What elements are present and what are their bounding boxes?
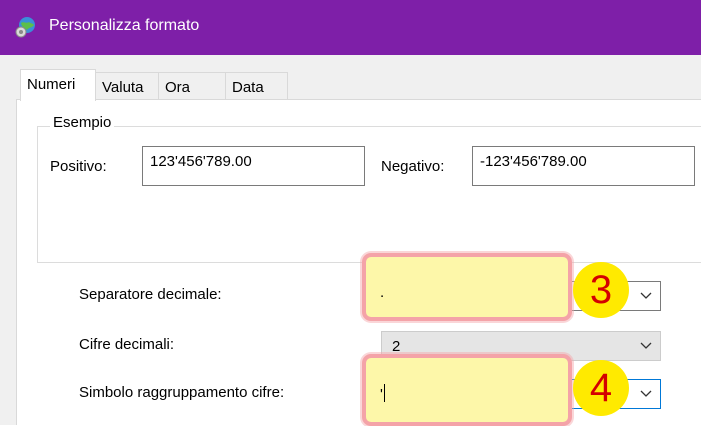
tab-label: Numeri — [27, 76, 76, 93]
title-bar[interactable]: Personalizza formato — [0, 0, 701, 55]
dialog-body: Numeri Valuta Ora Data Esempio Positivo:… — [0, 55, 701, 426]
tab-valuta[interactable]: Valuta — [95, 72, 159, 99]
grouping-symbol-label: Simbolo raggruppamento cifre: — [79, 384, 285, 401]
decimal-separator-value: . — [380, 284, 385, 301]
chevron-down-icon — [640, 342, 652, 349]
tab-label: Ora — [165, 79, 191, 96]
tab-numeri[interactable]: Numeri — [20, 69, 96, 101]
dropdown-button[interactable] — [630, 332, 660, 360]
numbers-tab-panel: Esempio Positivo: 123'456'789.00 Negativ… — [16, 99, 701, 426]
negative-example-field: -123'456'789.00 — [472, 146, 695, 186]
decimal-digits-label: Cifre decimali: — [79, 336, 175, 353]
decimal-digits-value: 2 — [392, 338, 401, 355]
step-3-badge: 3 — [573, 262, 629, 318]
dropdown-button[interactable] — [630, 380, 660, 408]
tab-ora[interactable]: Ora — [158, 72, 226, 99]
positive-example-value: 123'456'789.00 — [150, 153, 252, 170]
negative-example-value: -123'456'789.00 — [480, 153, 587, 170]
tab-data[interactable]: Data — [225, 72, 288, 99]
grouping-symbol-highlight[interactable]: ' — [362, 354, 572, 426]
tab-label: Valuta — [102, 79, 144, 96]
chevron-down-icon — [640, 292, 652, 299]
grouping-symbol-value: ' — [380, 386, 383, 403]
dropdown-button[interactable] — [630, 282, 660, 310]
step-4-badge: 4 — [573, 360, 629, 416]
window-title: Personalizza formato — [49, 17, 200, 34]
positive-example-field: 123'456'789.00 — [142, 146, 365, 186]
positive-label: Positivo: — [50, 158, 107, 175]
decimal-separator-label: Separatore decimale: — [79, 286, 222, 303]
chevron-down-icon — [640, 390, 652, 397]
decimal-separator-highlight[interactable]: . — [362, 253, 572, 321]
example-legend: Esempio — [50, 114, 115, 131]
negative-label: Negativo: — [381, 158, 445, 175]
globe-settings-icon — [15, 17, 35, 38]
text-caret — [383, 384, 385, 402]
tab-label: Data — [232, 79, 264, 96]
grouping-symbol-value-wrap: ' — [380, 384, 385, 403]
